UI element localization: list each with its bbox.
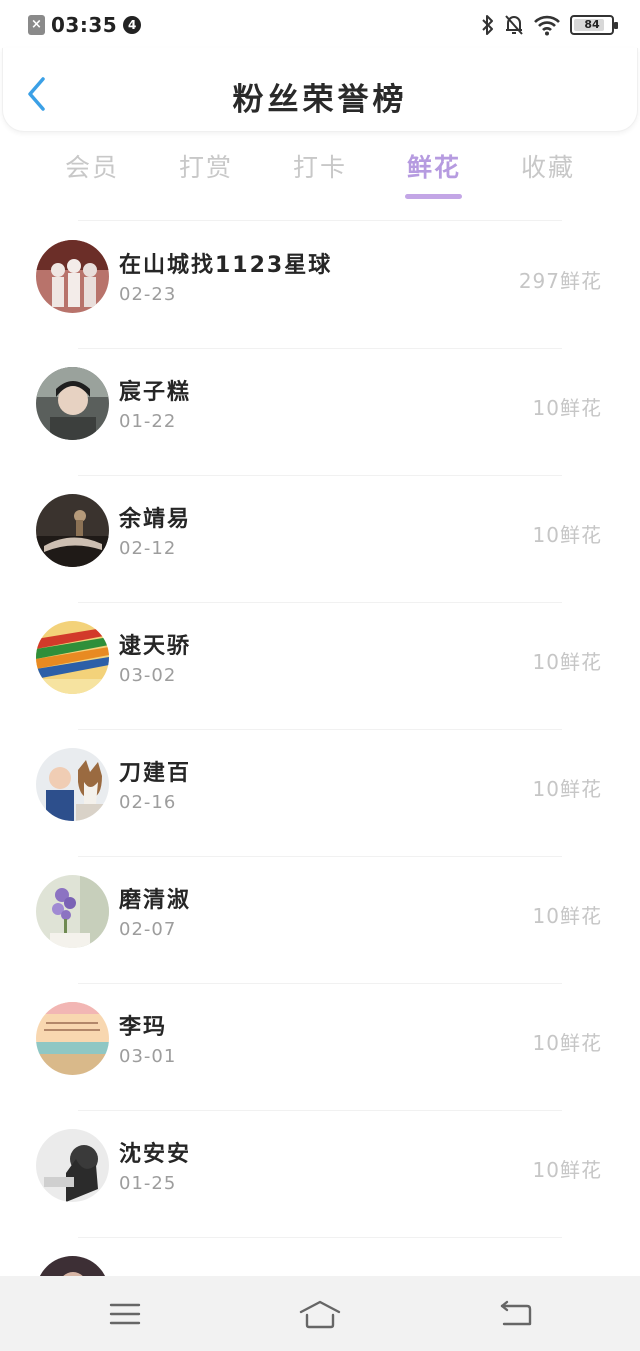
fan-name: 沈安安 bbox=[119, 1142, 192, 1167]
fan-name: 刀建百 bbox=[119, 761, 192, 786]
fan-row[interactable]: 沈安安 01-25 10鲜花 bbox=[0, 1110, 640, 1237]
clock: 03:35 bbox=[51, 13, 118, 37]
fan-row[interactable]: 磨清淑 02-07 10鲜花 bbox=[0, 856, 640, 983]
fan-name: 宸子糕 bbox=[119, 380, 192, 405]
tab-bar: 会员 打赏 打卡 鲜花 收藏 bbox=[0, 140, 640, 206]
avatar bbox=[36, 240, 109, 313]
fan-name: 李玛 bbox=[119, 1015, 168, 1040]
bluetooth-icon bbox=[481, 14, 495, 36]
fan-date: 01-22 bbox=[119, 411, 177, 432]
avatar bbox=[36, 621, 109, 694]
avatar bbox=[36, 1002, 109, 1075]
battery-percent: 84 bbox=[584, 18, 600, 31]
back-nav-button[interactable] bbox=[494, 1298, 538, 1330]
home-button[interactable] bbox=[298, 1298, 342, 1330]
close-notification-icon: × bbox=[28, 15, 45, 35]
fan-row[interactable]: 刀建百 02-16 10鲜花 bbox=[0, 729, 640, 856]
fan-date: 03-02 bbox=[119, 665, 177, 686]
fan-date: 02-07 bbox=[119, 919, 177, 940]
fan-name: 在山城找1123星球 bbox=[119, 253, 333, 278]
tab-members[interactable]: 会员 bbox=[47, 148, 137, 184]
notification-count-badge: 4 bbox=[123, 16, 142, 34]
flower-count: 10鲜花 bbox=[532, 523, 602, 547]
page-title: 粉丝荣誉榜 bbox=[232, 82, 408, 118]
fan-row[interactable]: 余靖易 02-12 10鲜花 bbox=[0, 475, 640, 602]
flower-count: 10鲜花 bbox=[532, 777, 602, 801]
fan-row[interactable]: 李玛 03-01 10鲜花 bbox=[0, 983, 640, 1110]
fan-name: 逮天骄 bbox=[119, 634, 192, 659]
fan-row[interactable]: 逮天骄 03-02 10鲜花 bbox=[0, 602, 640, 729]
active-tab-indicator bbox=[405, 194, 462, 199]
flower-count: 10鲜花 bbox=[532, 904, 602, 928]
fan-name: 磨清淑 bbox=[119, 888, 192, 913]
tab-favorites[interactable]: 收藏 bbox=[503, 148, 593, 184]
fan-date: 03-01 bbox=[119, 1046, 177, 1067]
avatar bbox=[36, 494, 109, 567]
menu-button[interactable] bbox=[103, 1298, 147, 1330]
header: 粉丝荣誉榜 bbox=[2, 48, 638, 132]
tab-tips[interactable]: 打赏 bbox=[161, 148, 251, 184]
tab-flowers[interactable]: 鲜花 bbox=[389, 148, 479, 184]
flower-count: 10鲜花 bbox=[532, 1158, 602, 1182]
flower-count: 297鲜花 bbox=[518, 269, 602, 293]
fan-date: 02-23 bbox=[119, 284, 177, 305]
avatar bbox=[36, 748, 109, 821]
tab-checkin[interactable]: 打卡 bbox=[275, 148, 365, 184]
avatar bbox=[36, 875, 109, 948]
fan-row[interactable]: 宸子糕 01-22 10鲜花 bbox=[0, 348, 640, 475]
fan-date: 02-16 bbox=[119, 792, 177, 813]
bell-muted-icon bbox=[504, 14, 524, 36]
fan-row[interactable]: 在山城找1123星球 02-23 297鲜花 bbox=[0, 221, 640, 348]
fan-date: 02-12 bbox=[119, 538, 177, 559]
fan-list: 在山城找1123星球 02-23 297鲜花 宸子糕 01-22 10鲜花 余靖… bbox=[0, 220, 640, 1351]
battery-indicator: 84 bbox=[570, 15, 618, 35]
avatar bbox=[36, 1129, 109, 1202]
system-nav-bar bbox=[0, 1276, 640, 1351]
return-icon bbox=[500, 1300, 532, 1326]
home-icon bbox=[299, 1300, 341, 1329]
flower-count: 10鲜花 bbox=[532, 396, 602, 420]
avatar bbox=[36, 367, 109, 440]
wifi-icon bbox=[533, 14, 561, 36]
flower-count: 10鲜花 bbox=[532, 650, 602, 674]
flower-count: 10鲜花 bbox=[532, 1031, 602, 1055]
fan-name: 余靖易 bbox=[119, 507, 192, 532]
menu-icon bbox=[109, 1303, 141, 1325]
fan-date: 01-25 bbox=[119, 1173, 177, 1194]
status-bar: × 03:35 4 84 bbox=[0, 0, 640, 50]
